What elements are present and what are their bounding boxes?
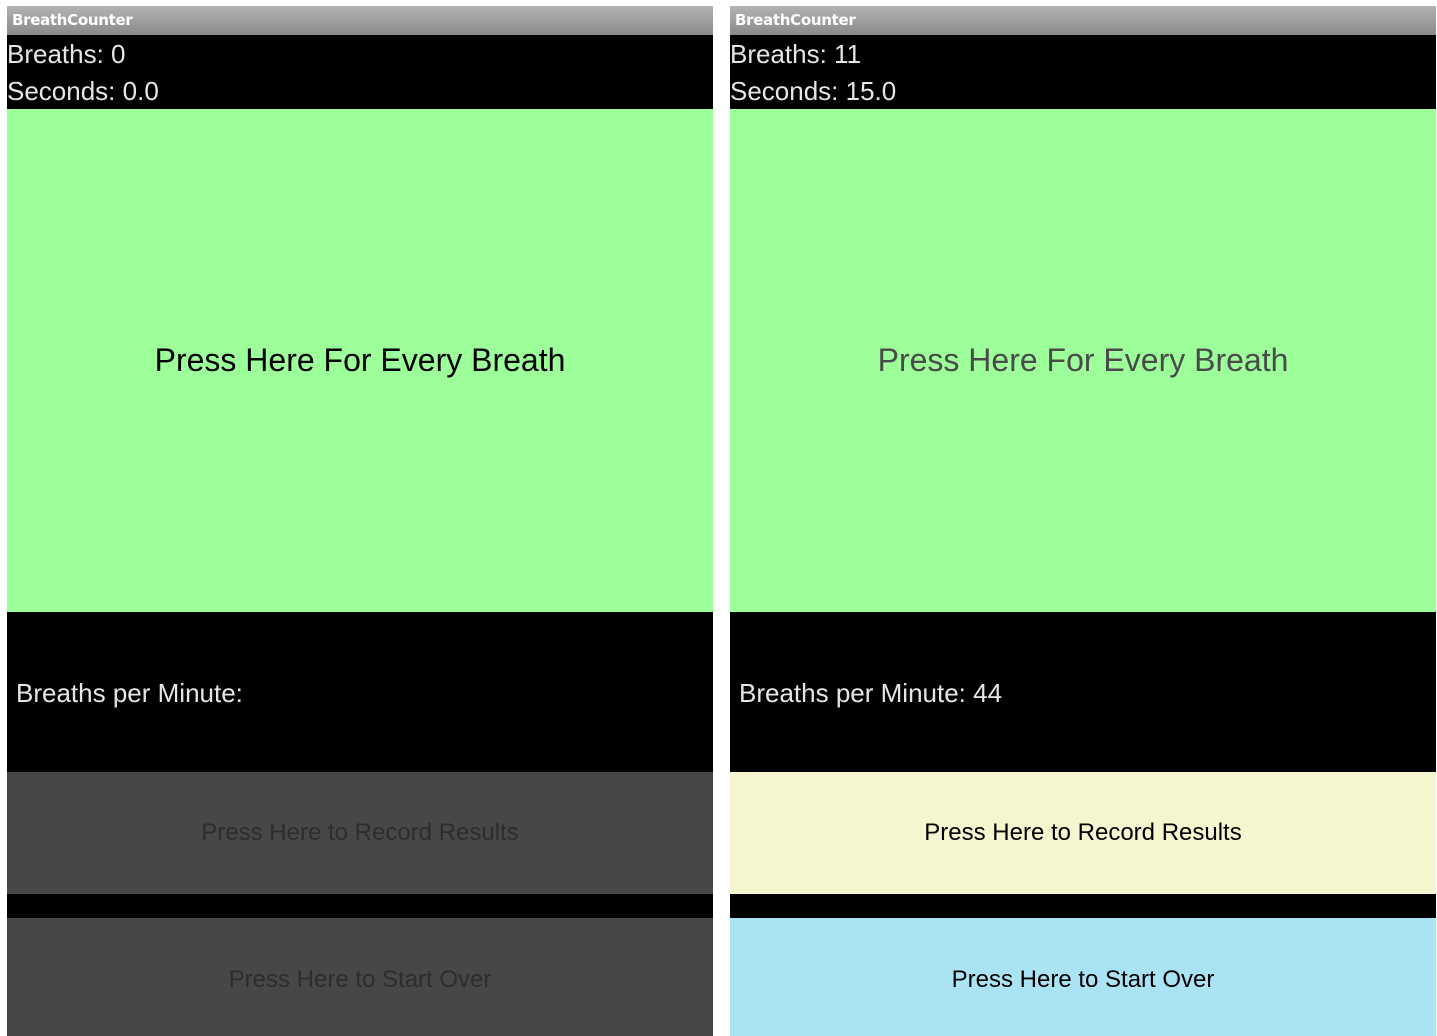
start-over-label: Press Here to Start Over — [228, 966, 492, 993]
breath-button-label: Press Here For Every Breath — [877, 342, 1289, 378]
breaths-count: Breaths: 0 — [7, 39, 126, 69]
app-screen-initial: BreathCounter Breaths: 0 Seconds: 0.0 Pr… — [7, 6, 713, 1036]
breath-button[interactable]: Press Here For Every Breath — [730, 109, 1436, 612]
breath-button-label: Press Here For Every Breath — [154, 342, 566, 378]
breaths-count: Breaths: 11 — [730, 39, 862, 69]
start-over-label: Press Here to Start Over — [951, 966, 1215, 993]
app-screen-results: BreathCounter Breaths: 11 Seconds: 15.0 … — [730, 6, 1436, 1036]
start-over-button[interactable]: Press Here to Start Over — [7, 918, 713, 1036]
record-results-button[interactable]: Press Here to Record Results — [730, 772, 1436, 894]
start-over-button[interactable]: Press Here to Start Over — [730, 918, 1436, 1036]
breaths-per-minute: Breaths per Minute: 44 — [739, 678, 1003, 708]
seconds-count: Seconds: 0.0 — [7, 76, 159, 106]
breath-button[interactable]: Press Here For Every Breath — [7, 109, 713, 612]
breaths-per-minute: Breaths per Minute: — [16, 678, 243, 708]
app-title: BreathCounter — [730, 6, 1436, 35]
record-results-label: Press Here to Record Results — [201, 819, 519, 846]
record-results-label: Press Here to Record Results — [924, 819, 1242, 846]
record-results-button[interactable]: Press Here to Record Results — [7, 772, 713, 894]
app-title: BreathCounter — [7, 6, 713, 35]
seconds-count: Seconds: 15.0 — [730, 76, 897, 106]
